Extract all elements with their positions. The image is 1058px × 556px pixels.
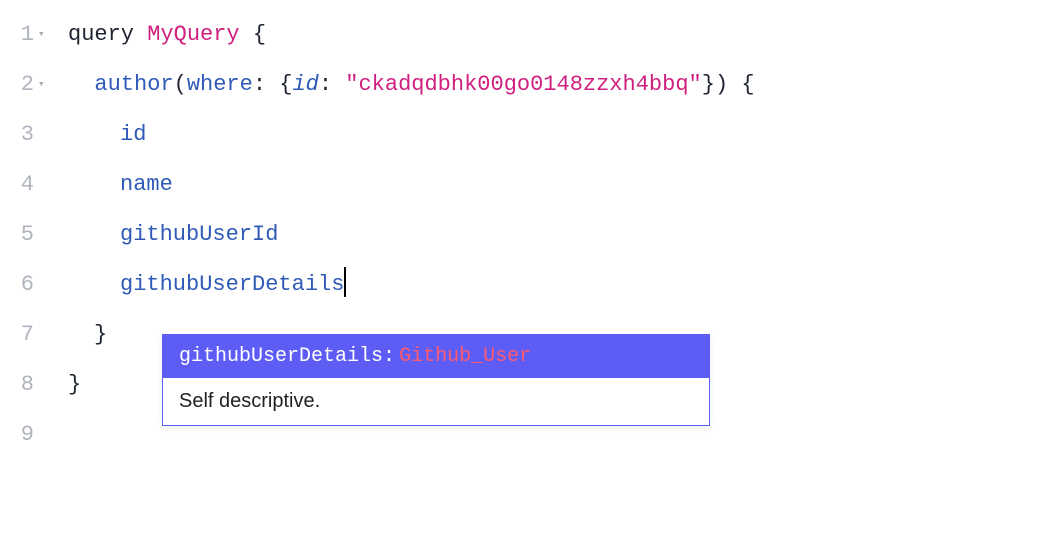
paren-open: ( [174, 72, 187, 97]
brace-close: } [68, 372, 81, 397]
code-line[interactable]: 1 ▾ query MyQuery { [0, 10, 1058, 60]
code-line[interactable]: 6 githubUserDetails [0, 260, 1058, 310]
autocomplete-item-selected[interactable]: githubUserDetails: Github_User [163, 335, 709, 378]
line-number: 9 [21, 410, 34, 460]
gutter: 5 [0, 210, 56, 260]
gutter: 1 ▾ [0, 10, 56, 60]
code-content[interactable]: query MyQuery { [56, 10, 266, 60]
fold-marker-icon[interactable]: ▾ [38, 10, 50, 60]
line-number: 1 [21, 10, 34, 60]
gutter: 2 ▾ [0, 60, 56, 110]
argument-id: id [292, 72, 318, 97]
line-number: 6 [21, 260, 34, 310]
autocomplete-type: Github_User [399, 345, 531, 368]
colon: : [253, 72, 266, 97]
field-id: id [120, 122, 146, 147]
code-content[interactable]: id [56, 110, 146, 160]
gutter: 8 [0, 360, 56, 410]
code-content[interactable]: } [56, 360, 81, 410]
autocomplete-popup[interactable]: githubUserDetails: Github_User Self desc… [162, 334, 710, 426]
line-number: 5 [21, 210, 34, 260]
field-author: author [94, 72, 173, 97]
code-line[interactable]: 5 githubUserId [0, 210, 1058, 260]
line-number: 8 [21, 360, 34, 410]
autocomplete-description: Self descriptive. [163, 378, 709, 425]
brace-close: } [94, 322, 107, 347]
gutter: 6 [0, 260, 56, 310]
field-githubUserDetails: githubUserDetails [120, 272, 344, 297]
autocomplete-colon: : [383, 345, 395, 368]
autocomplete-field-name: githubUserDetails [179, 345, 383, 368]
gutter: 3 [0, 110, 56, 160]
line-number: 4 [21, 160, 34, 210]
brace-close: } [702, 72, 715, 97]
line-number: 7 [21, 310, 34, 360]
code-line[interactable]: 2 ▾ author(where: {id: "ckadqdbhk00go014… [0, 60, 1058, 110]
brace-open: { [279, 72, 292, 97]
argument-where: where [187, 72, 253, 97]
string-value: "ckadqdbhk00go0148zzxh4bbq" [345, 72, 701, 97]
code-content[interactable]: githubUserId [56, 210, 278, 260]
gutter: 4 [0, 160, 56, 210]
code-line[interactable]: 3 id [0, 110, 1058, 160]
gutter: 9 [0, 410, 56, 460]
query-name: MyQuery [147, 22, 239, 47]
code-line[interactable]: 4 name [0, 160, 1058, 210]
keyword-query: query [68, 22, 134, 47]
fold-marker-icon[interactable]: ▾ [38, 60, 50, 110]
brace-open: { [741, 72, 754, 97]
paren-close: ) [715, 72, 728, 97]
text-cursor [344, 267, 346, 297]
line-number: 2 [21, 60, 34, 110]
code-content[interactable]: } [56, 310, 107, 360]
line-number: 3 [21, 110, 34, 160]
colon: : [319, 72, 332, 97]
gutter: 7 [0, 310, 56, 360]
field-githubUserId: githubUserId [120, 222, 278, 247]
code-content[interactable]: githubUserDetails [56, 260, 346, 310]
field-name: name [120, 172, 173, 197]
code-content[interactable]: author(where: {id: "ckadqdbhk00go0148zzx… [56, 60, 755, 110]
brace-open: { [253, 22, 266, 47]
code-content[interactable]: name [56, 160, 173, 210]
